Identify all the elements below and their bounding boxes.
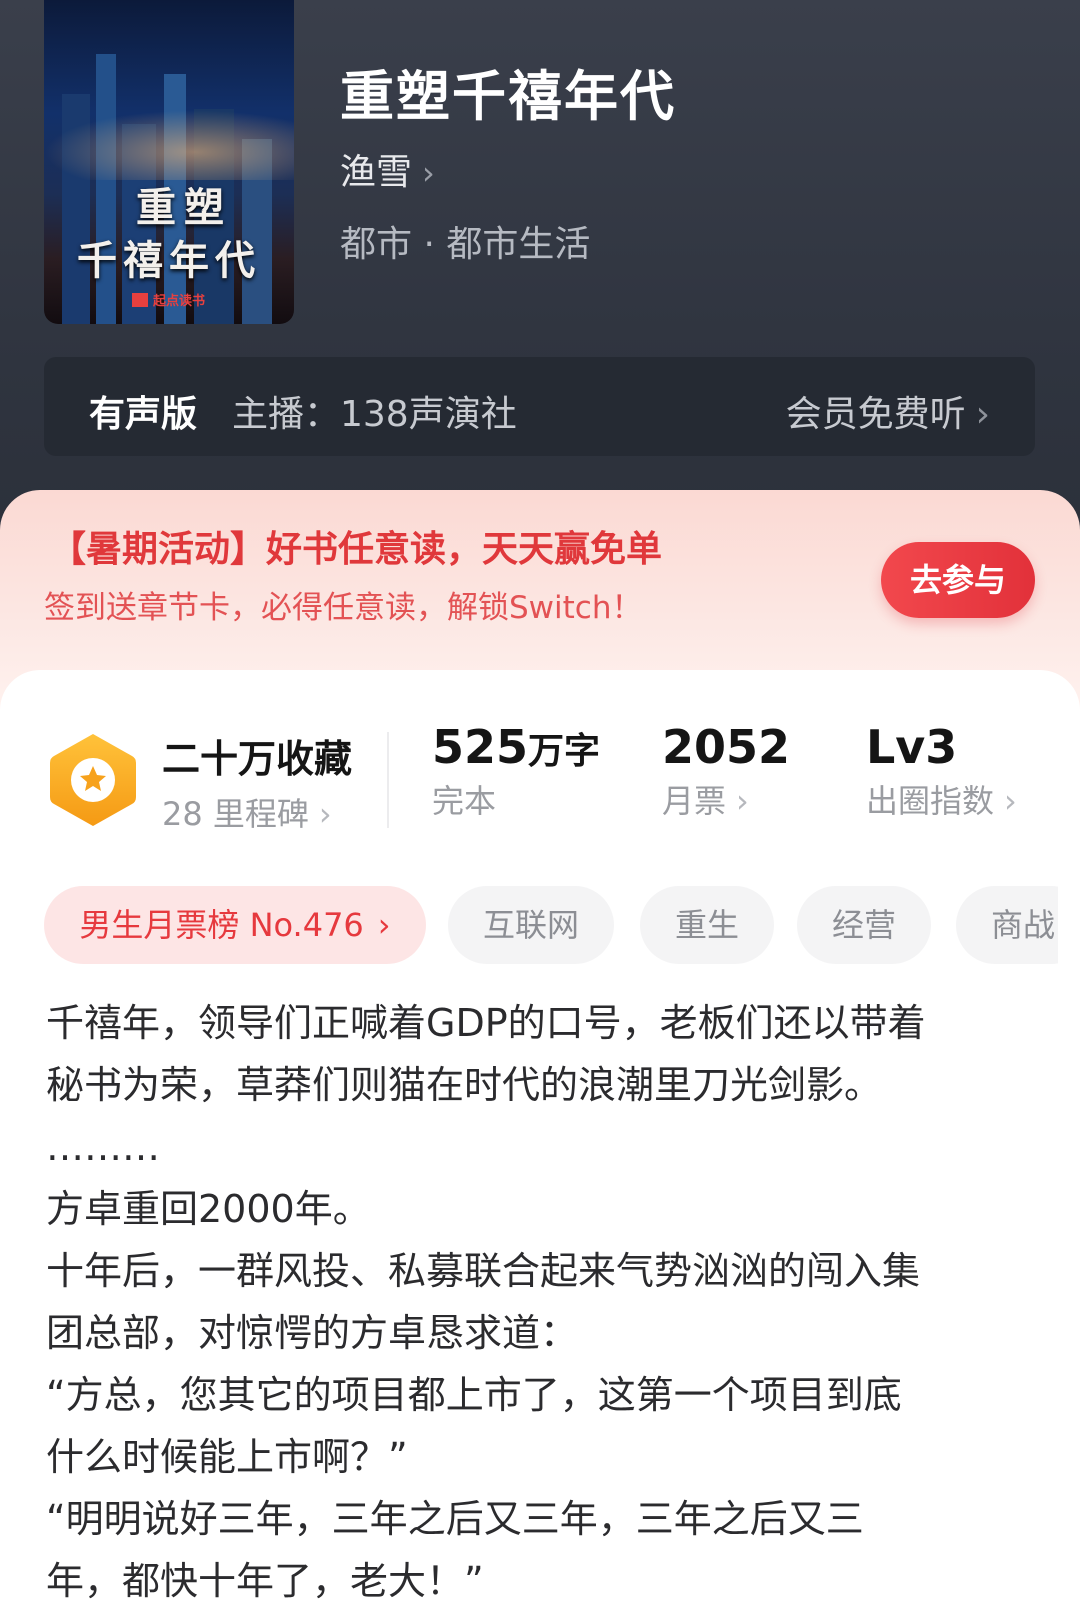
vip-free-listen-link[interactable]: 会员免费听 › bbox=[786, 385, 990, 437]
star-badge-icon bbox=[50, 734, 136, 826]
description-line: ……… bbox=[46, 1125, 160, 1169]
description-line: 年，都快十年了，老大！” bbox=[46, 1559, 484, 1603]
description-line: 什么时候能上市啊？” bbox=[46, 1435, 408, 1479]
chevron-right-icon: › bbox=[1004, 782, 1017, 820]
audio-version-label: 有声版 bbox=[89, 394, 198, 435]
join-button[interactable]: 去参与 bbox=[881, 542, 1035, 618]
book-title: 重塑千禧年代 bbox=[340, 65, 676, 128]
promo-subline: 签到送章节卡，必得任意读，解锁Switch！ bbox=[44, 590, 643, 626]
description-line: “明明说好三年，三年之后又三年，三年之后又三 bbox=[46, 1497, 864, 1541]
description-line: 秘书为荣，草莽们则猫在时代的浪潮里刀光剑影。 bbox=[46, 1063, 883, 1107]
promo-headline: 【暑期活动】好书任意读，天天赢免单 bbox=[50, 529, 663, 570]
milestones-link[interactable]: 28 里程碑 bbox=[162, 795, 309, 833]
divider bbox=[387, 732, 389, 828]
publisher-icon bbox=[132, 293, 148, 307]
author-name: 渔雪 bbox=[340, 152, 413, 193]
favorites-stat[interactable]: 二十万收藏 28 里程碑 › bbox=[162, 728, 352, 835]
chevron-right-icon: › bbox=[736, 782, 749, 820]
tag-list: 男生月票榜 No.476 › 互联网 重生 经营 商战 bbox=[44, 886, 1058, 964]
book-detail-panel: 二十万收藏 28 里程碑 › 525万字 完本 2052 月票 › Lv3 出圈指数… bbox=[0, 670, 1080, 1620]
tag-monthly-rank[interactable]: 男生月票榜 No.476 › bbox=[44, 886, 426, 964]
description-line: 团总部，对惊愕的方卓恳求道： bbox=[46, 1311, 579, 1355]
word-count-unit: 万字 bbox=[528, 731, 601, 772]
popularity-index-stat[interactable]: Lv3 出圈指数 › bbox=[866, 720, 1017, 822]
description-line: 十年后，一群风投、私募联合起来气势汹汹的闯入集 bbox=[46, 1249, 921, 1293]
book-description[interactable]: 千禧年，领导们正喊着GDP的口号，老板们还以带着 秘书为荣，草莽们则猫在时代的浪… bbox=[46, 992, 1046, 1612]
cover-title-line1: 重塑 bbox=[136, 184, 232, 231]
chevron-right-icon: › bbox=[975, 394, 990, 435]
tag-rebirth[interactable]: 重生 bbox=[640, 886, 774, 964]
tag-business[interactable]: 经营 bbox=[797, 886, 931, 964]
chevron-right-icon: › bbox=[377, 906, 391, 944]
tag-commerce-war[interactable]: 商战 bbox=[956, 886, 1058, 964]
favorites-count: 二十万收藏 bbox=[162, 737, 353, 781]
popularity-level: Lv3 bbox=[866, 720, 958, 774]
completion-status: 完本 bbox=[432, 782, 497, 820]
chevron-right-icon: › bbox=[318, 795, 332, 833]
monthly-ticket-label: 月票 bbox=[662, 782, 727, 820]
monthly-ticket-count: 2052 bbox=[662, 720, 791, 774]
description-line: 千禧年，领导们正喊着GDP的口号，老板们还以带着 bbox=[46, 1001, 926, 1045]
audio-version-bar[interactable]: 有声版 主播：138声演社 会员免费听 › bbox=[44, 357, 1035, 456]
word-count-number: 525 bbox=[432, 720, 529, 774]
audio-host: 主播：138声演社 bbox=[232, 394, 517, 435]
genre-label[interactable]: 都市 · 都市生活 bbox=[340, 215, 590, 267]
book-cover-image[interactable]: 重塑 千禧年代 起点读书 bbox=[44, 0, 294, 324]
cover-publisher-logo: 起点读书 bbox=[132, 290, 205, 309]
chevron-right-icon: › bbox=[422, 154, 435, 192]
monthly-ticket-stat[interactable]: 2052 月票 › bbox=[662, 720, 790, 822]
word-count-stat: 525万字 完本 bbox=[432, 720, 600, 822]
tag-internet[interactable]: 互联网 bbox=[448, 886, 614, 964]
book-header: 重塑 千禧年代 起点读书 重塑千禧年代 渔雪 › 都市 · 都市生活 有声版 主播… bbox=[0, 0, 1080, 520]
description-line: 方卓重回2000年。 bbox=[46, 1187, 371, 1231]
cover-title-line2: 千禧年代 bbox=[77, 237, 261, 284]
description-line: “方总，您其它的项目都上市了，这第一个项目到底 bbox=[46, 1373, 902, 1417]
author-link[interactable]: 渔雪 › bbox=[340, 143, 435, 195]
popularity-index-label: 出圈指数 bbox=[866, 782, 995, 820]
